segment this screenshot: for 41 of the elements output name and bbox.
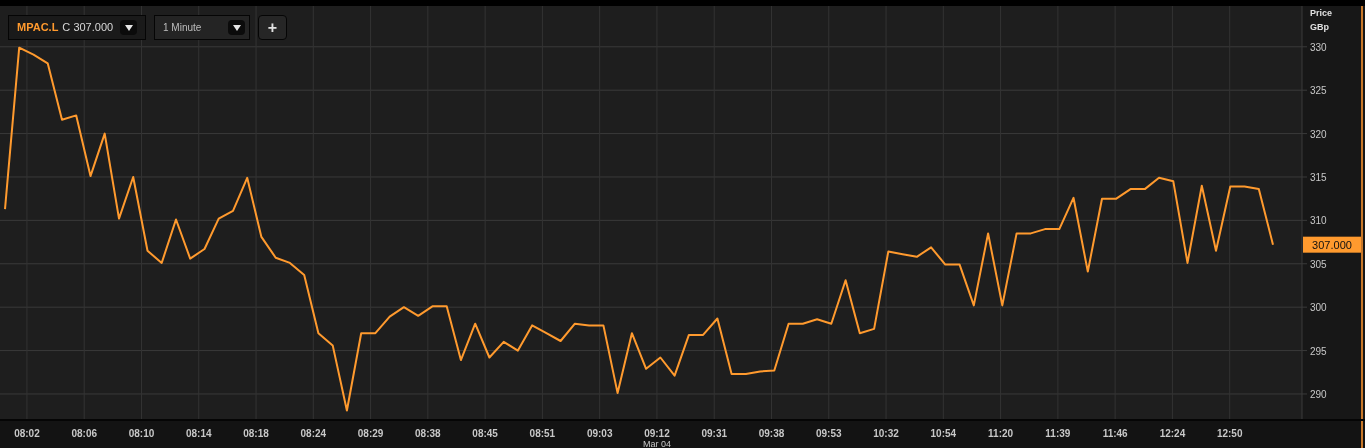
axis-label: 08:29: [357, 428, 384, 439]
axis-label: 315: [1310, 172, 1327, 183]
axis-label: 11:46: [1102, 428, 1128, 439]
axis-label: 320: [1310, 128, 1327, 140]
axis-label: 295: [1310, 345, 1327, 357]
axis-label: 09:31: [701, 428, 727, 439]
axis-label: 12:50: [1216, 428, 1243, 439]
axis-label: 08:06: [71, 428, 97, 439]
axis-label: 10:32: [873, 428, 899, 439]
axis-label: 290: [1310, 388, 1327, 400]
axis-label: 12:24: [1159, 428, 1186, 439]
date-label: Mar 04: [642, 439, 671, 448]
dropdown-caret-icon[interactable]: [120, 20, 137, 35]
add-button[interactable]: +: [258, 15, 287, 40]
price-label: C 307.000: [62, 20, 114, 36]
axis-label: 08:02: [14, 428, 40, 439]
axis-label: 300: [1310, 302, 1327, 314]
axis-label: 08:45: [472, 428, 498, 439]
axis-label: 325: [1310, 85, 1327, 97]
axis-label: 08:14: [185, 428, 212, 439]
axis-label: 330: [1310, 41, 1327, 53]
axis-label: 09:12: [644, 428, 670, 439]
symbol-label: MPAC.L: [17, 20, 59, 36]
axis-label: 08:38: [415, 428, 441, 439]
axis-label: 10:54: [930, 428, 957, 439]
axis-label: 08:51: [529, 428, 556, 439]
axis-label: 09:53: [816, 428, 842, 439]
axis-label: 09:03: [586, 428, 613, 439]
interval-dropdown[interactable]: 1 Minute: [154, 15, 250, 40]
axis-label: 08:10: [128, 428, 155, 439]
axis-label: 08:18: [243, 428, 269, 439]
axis-label: 11:20: [988, 428, 1014, 439]
axis-unit: GBp: [1310, 22, 1329, 32]
axis-label: 310: [1310, 215, 1327, 227]
axis-title: Price: [1310, 8, 1333, 18]
axis-label: 08:24: [300, 428, 327, 439]
axis-label: 305: [1310, 258, 1327, 270]
axis-label: 09:38: [758, 428, 785, 439]
axis-label: 11:39: [1045, 428, 1071, 439]
symbol-dropdown[interactable]: MPAC.L C 307.000: [8, 15, 146, 40]
dropdown-caret-icon[interactable]: [228, 20, 245, 35]
